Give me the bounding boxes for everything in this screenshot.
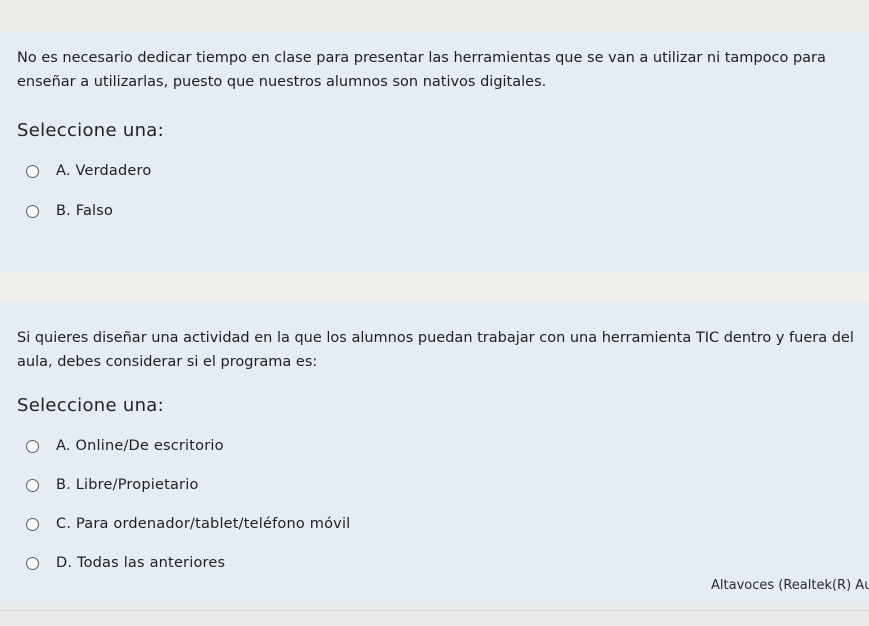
option-label: B. Libre/Propietario — [56, 477, 199, 493]
question-2-option-b[interactable]: B. Libre/Propietario — [26, 473, 199, 497]
option-label: C. Para ordenador/tablet/teléfono móvil — [56, 516, 351, 532]
radio-circle-icon[interactable] — [26, 439, 39, 453]
radio-circle-icon[interactable] — [26, 164, 39, 178]
option-label: A. Online/De escritorio — [56, 438, 224, 454]
question-1-panel: No es necesario dedicar tiempo en clase … — [0, 32, 869, 272]
question-2-option-c[interactable]: C. Para ordenador/tablet/teléfono móvil — [26, 512, 350, 536]
divider — [0, 610, 869, 611]
option-label: B. Falso — [56, 203, 114, 219]
question-1-prompt: Seleccione una: — [17, 120, 164, 141]
question-1-text: No es necesario dedicar tiempo en clase … — [17, 50, 826, 90]
top-strip — [0, 0, 869, 32]
question-2-text: Si quieres diseñar una actividad en la q… — [17, 330, 854, 370]
option-label: D. Todas las anteriores — [56, 555, 226, 571]
question-1-option-a[interactable]: A. Verdadero — [26, 159, 151, 183]
question-2-option-d[interactable]: D. Todas las anteriores — [26, 551, 225, 575]
radio-circle-icon[interactable] — [26, 556, 39, 570]
bottom-strip — [0, 602, 869, 626]
radio-circle-icon[interactable] — [26, 517, 39, 531]
option-label: A. Verdadero — [56, 163, 152, 179]
question-2-panel: Si quieres diseñar una actividad en la q… — [0, 302, 869, 602]
audio-device-tooltip: Altavoces (Realtek(R) Aud — [711, 578, 869, 593]
radio-circle-icon[interactable] — [26, 478, 39, 492]
question-2-option-a[interactable]: A. Online/De escritorio — [26, 434, 224, 458]
question-separator — [0, 272, 869, 302]
radio-circle-icon[interactable] — [26, 204, 39, 218]
question-2-prompt: Seleccione una: — [17, 395, 164, 416]
question-1-option-b[interactable]: B. Falso — [26, 199, 113, 223]
